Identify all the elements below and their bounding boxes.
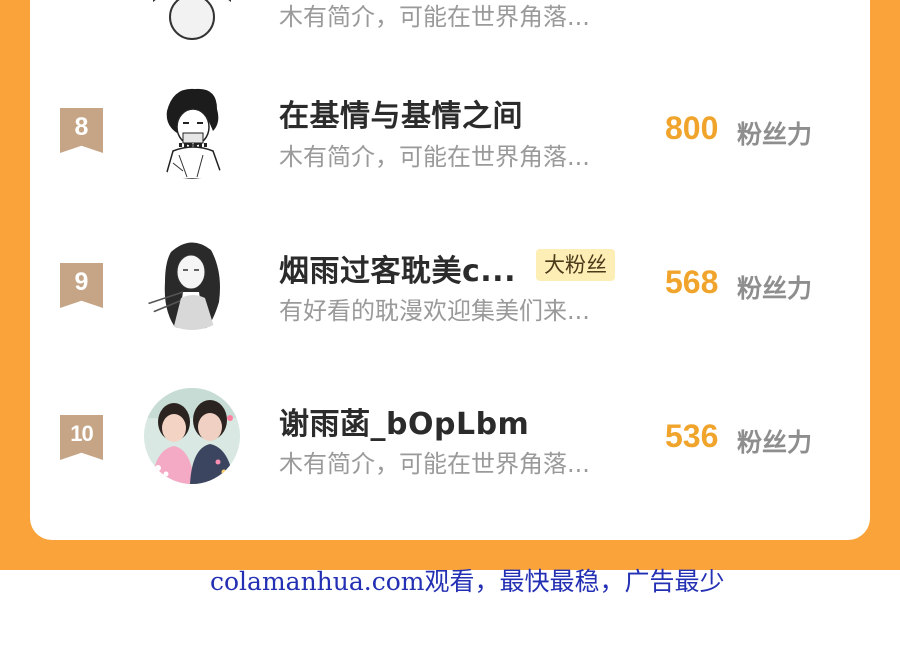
rank-badge: 9 <box>60 263 103 308</box>
user-bio: 木有简介，可能在世界角落... <box>279 143 590 171</box>
ranking-row[interactable]: 8 在基情与基情之间 木有简介，可能在世界角落... 800 粉丝力 <box>0 65 900 195</box>
username[interactable]: 烟雨过客耽美c... <box>279 246 516 290</box>
fans-score: 800 <box>665 110 719 146</box>
ranking-row[interactable]: 10 谢雨菡_bOpLbm 木有简介，可能在世界角落... 536 粉丝力 <box>0 375 900 505</box>
avatar[interactable] <box>143 232 241 330</box>
fans-score-unit: 粉丝力 <box>737 274 813 303</box>
avatar[interactable] <box>143 81 241 179</box>
user-bio: 有好看的耽漫欢迎集美们来... <box>279 297 590 325</box>
big-fan-tag: 大粉丝 <box>536 249 615 281</box>
ranking-row[interactable]: 9 烟雨过客耽美c... 大粉丝 有好看的耽漫欢迎集美们来... 568 粉丝力 <box>0 220 900 350</box>
sketch-boy-avatar-icon <box>143 81 241 179</box>
username[interactable]: 谢雨菡_bOpLbm <box>279 399 529 443</box>
ranking-row-partial[interactable]: 木有简介，可能在世界角落... <box>0 0 900 60</box>
fans-score-unit: 粉丝力 <box>737 428 813 457</box>
site-watermark-text: colamanhua.com观看，最快最稳，广告最少 <box>210 567 725 596</box>
avatar[interactable] <box>144 388 240 484</box>
user-bio: 木有简介，可能在世界角落... <box>279 450 590 478</box>
fans-score: 536 <box>665 418 719 454</box>
user-bio: 木有简介，可能在世界角落... <box>279 3 590 31</box>
fans-score-unit: 粉丝力 <box>737 120 813 149</box>
fans-score: 568 <box>665 264 719 300</box>
photo-two-girls-avatar-icon <box>144 388 240 484</box>
username[interactable]: 在基情与基情之间 <box>279 91 523 135</box>
longhair-sketch-avatar-icon <box>143 232 241 330</box>
rank-badge: 10 <box>60 415 103 460</box>
rank-badge: 8 <box>60 108 103 153</box>
